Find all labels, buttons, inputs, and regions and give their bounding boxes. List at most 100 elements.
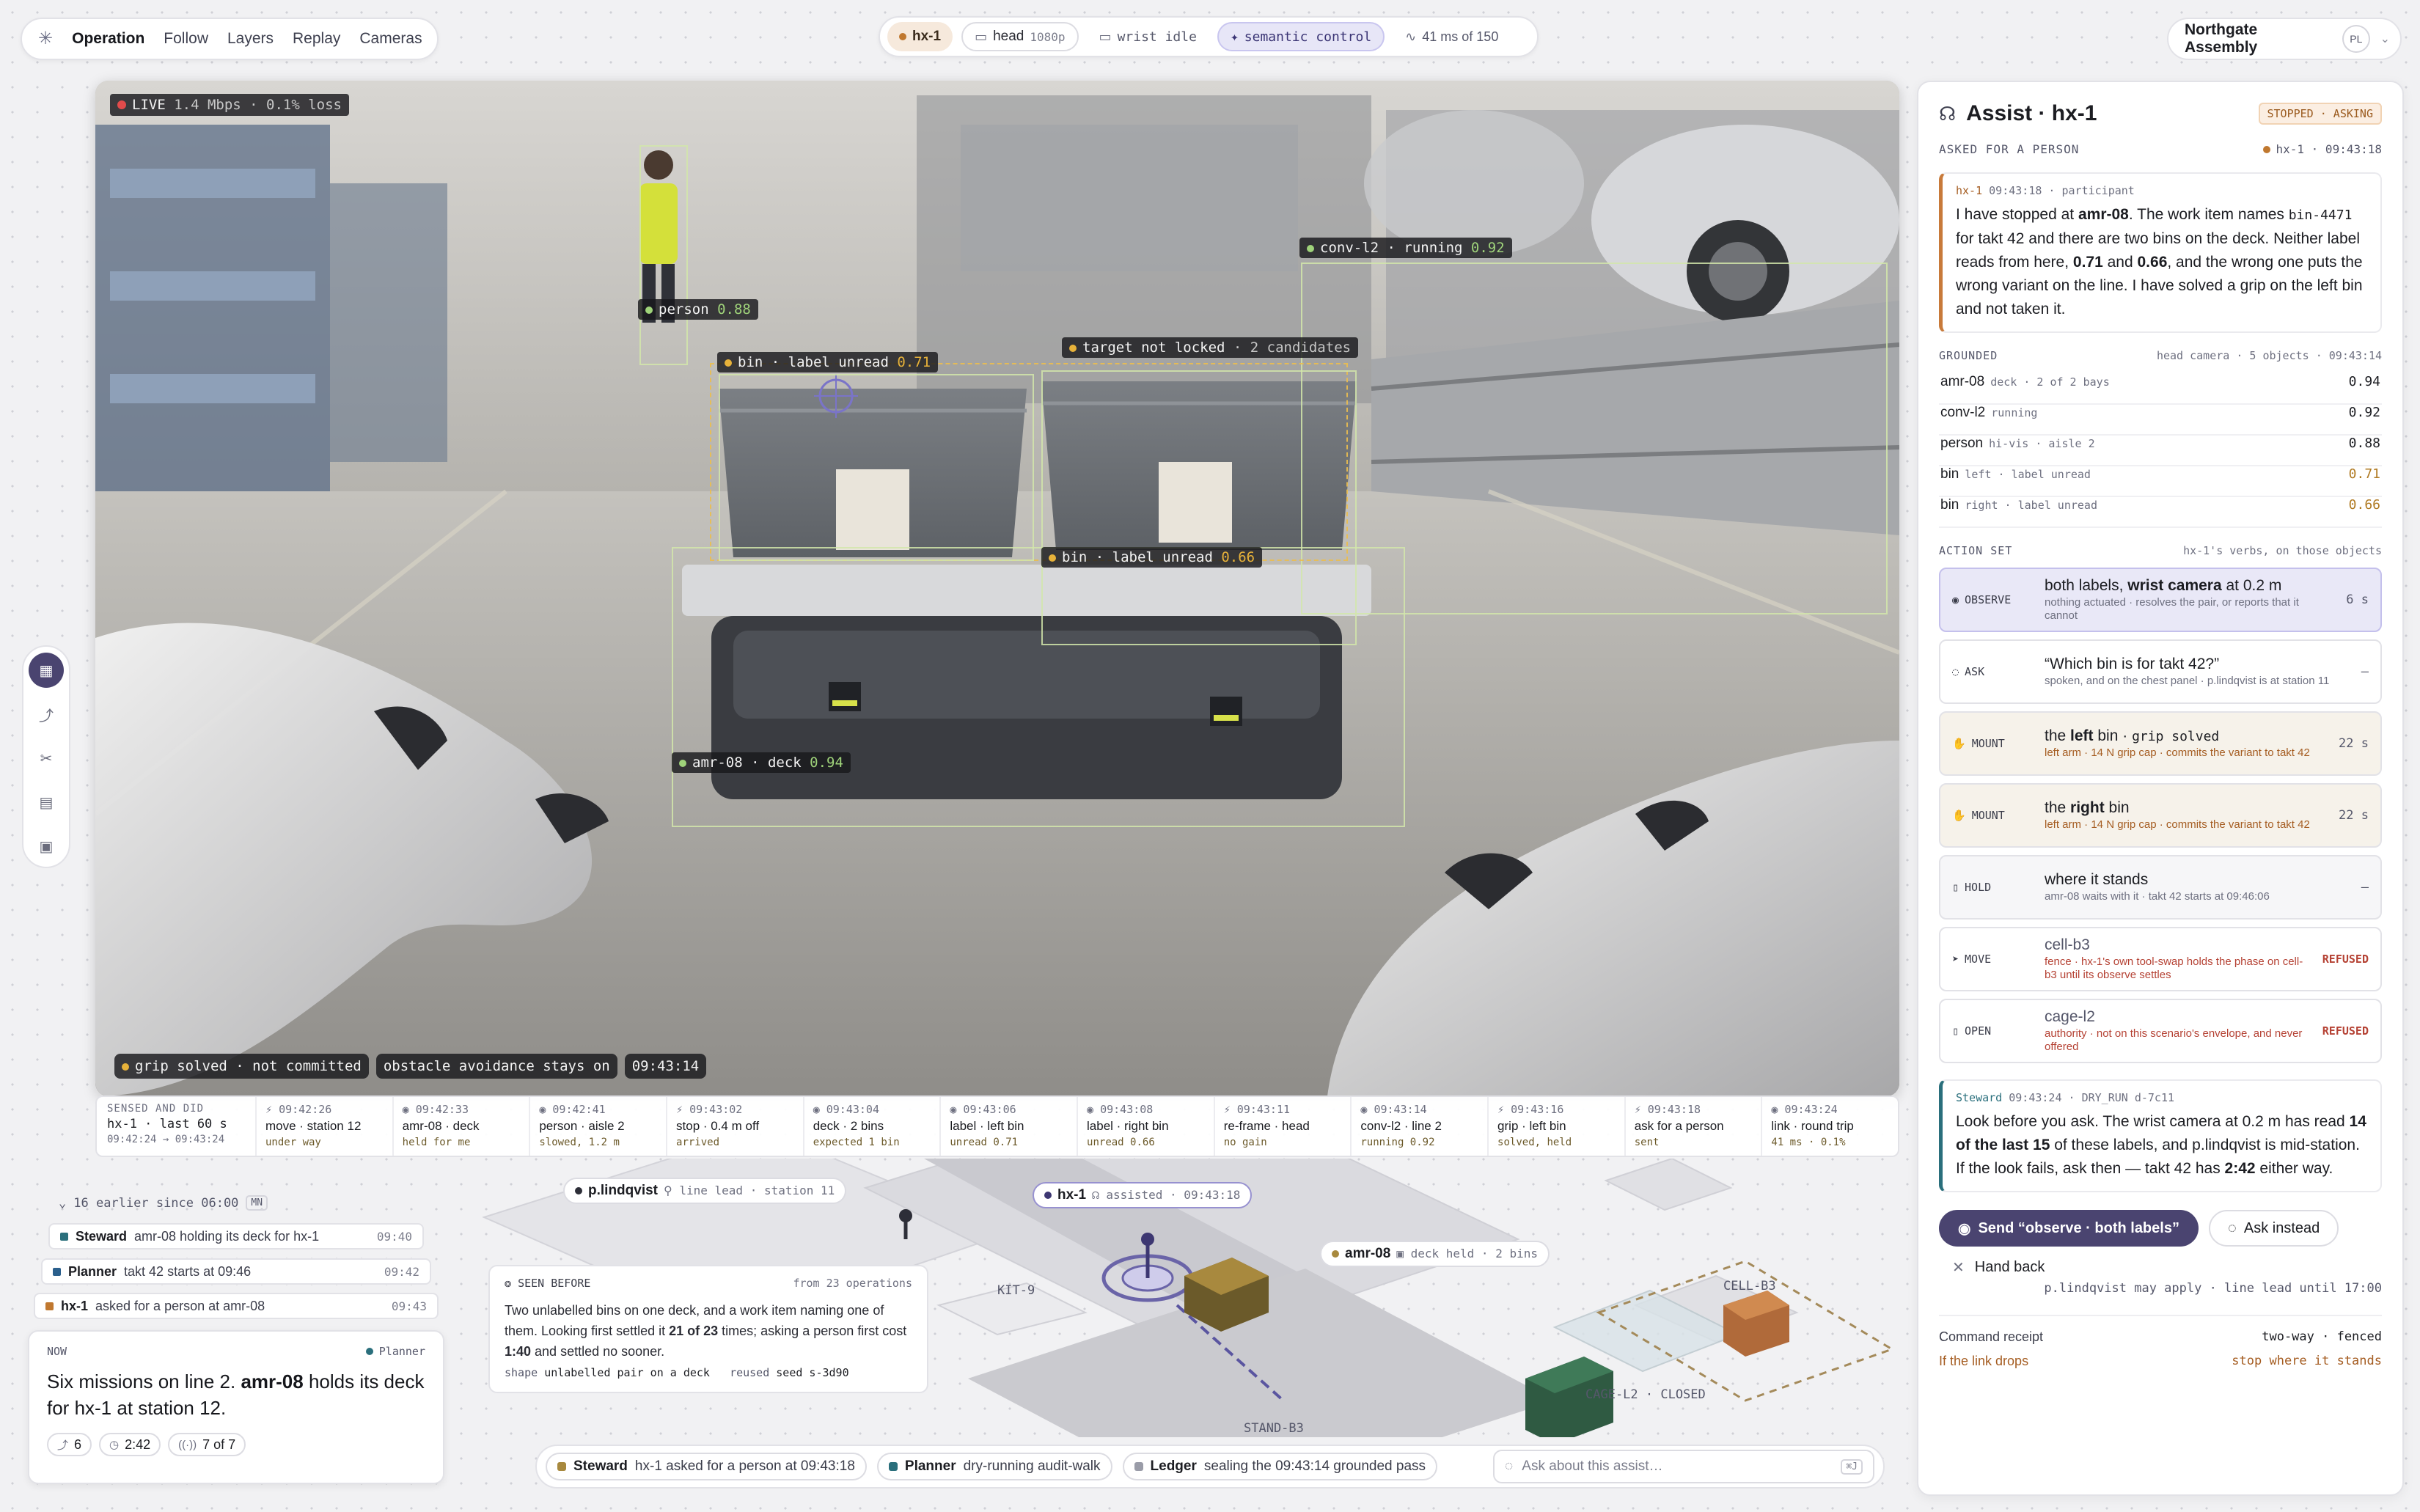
timeline-event[interactable]: ◉ 09:43:08 label · right bin unread 0.66 <box>1078 1097 1215 1156</box>
grounded-row[interactable]: conv-l2 running 0.92 <box>1939 405 2382 436</box>
action-kind: ◉ OBSERVE <box>1952 593 2033 606</box>
feed-item[interactable]: Planner takt 42 starts at 09:46 09:42 <box>41 1258 431 1285</box>
site-selector[interactable]: Northgate Assembly PL ⌄ <box>2167 18 2402 60</box>
now-summary: Six missions on line 2. amr-08 holds its… <box>47 1368 425 1421</box>
amr-label[interactable]: amr-08 · deck 0.94 <box>672 752 851 773</box>
avatar[interactable]: PL <box>2342 25 2370 53</box>
bin-right-label[interactable]: bin · label unread 0.66 <box>1041 547 1263 568</box>
timeline-event[interactable]: ⚡ 09:43:16 grip · left bin solved, held <box>1489 1097 1626 1156</box>
wrist-camera-chip[interactable]: ▭ wrist idle <box>1088 22 1209 51</box>
nav-follow[interactable]: Follow <box>164 30 208 48</box>
ledger-status-chip[interactable]: Ledger sealing the 09:43:14 grounded pas… <box>1122 1453 1438 1480</box>
chevron-down-icon: ⌄ <box>59 1195 67 1211</box>
conveyor-confidence: 0.92 <box>1470 240 1505 256</box>
robot-selector[interactable]: hx-1 <box>887 22 953 51</box>
timeline-event[interactable]: ◉ 09:43:04 deck · 2 bins expected 1 bin <box>804 1097 942 1156</box>
hand-back-button[interactable]: ✕ Hand back <box>1939 1258 2382 1277</box>
context-bar: hx-1 ▭ head 1080p ▭ wrist idle ✦ semanti… <box>879 16 1539 57</box>
scissors-icon[interactable]: ✂ <box>29 741 64 776</box>
grounded-header: GROUNDED head camera · 5 objects · 09:43… <box>1939 349 2382 362</box>
missions-pill[interactable]: ⤴ 6 <box>47 1433 92 1456</box>
action-hold[interactable]: ▯ HOLD where it stands amr-08 waits with i… <box>1939 855 2382 920</box>
grounded-name: person <box>1940 436 1984 451</box>
planner-status-chip[interactable]: Planner dry-running audit-walk <box>876 1453 1112 1480</box>
steward-message: hx-1 asked for a person at 09:43:18 <box>634 1458 855 1474</box>
amr-bbox[interactable] <box>672 547 1405 827</box>
action-refused-badge: REFUSED <box>2322 953 2369 966</box>
timeline-event[interactable]: ⚡ 09:43:11 re-frame · head no gain <box>1215 1097 1352 1156</box>
timeline-event[interactable]: ⚡ 09:43:02 stop · 0.4 m off arrived <box>667 1097 804 1156</box>
ask-input[interactable]: ◌ Ask about this assist… ⌘J <box>1493 1450 1874 1483</box>
earlier-shortcut: MN <box>246 1195 268 1211</box>
head-camera-feed[interactable]: LIVE 1.4 Mbps · 0.1% loss person 0.88 co… <box>95 81 1899 1096</box>
zone-stand-b3[interactable]: STAND-B3 <box>1244 1421 1304 1436</box>
grounded-row[interactable]: bin right · label unread 0.66 <box>1939 497 2382 528</box>
send-observe-button[interactable]: ◉ Send “observe · both labels” <box>1939 1210 2199 1247</box>
action-detail: authority · not on this scenario's envel… <box>2045 1027 2303 1053</box>
timeline-event[interactable]: ⚡ 09:42:26 move · station 12 under way <box>257 1097 394 1156</box>
nav-replay[interactable]: Replay <box>293 30 340 48</box>
timeline-event[interactable]: ◉ 09:43:06 label · left bin unread 0.71 <box>941 1097 1079 1156</box>
map-label-lindqvist[interactable]: p.lindqvist ⚲ line lead · station 11 <box>563 1178 847 1204</box>
nav-cameras[interactable]: Cameras <box>359 30 422 48</box>
chevron-down-icon[interactable]: ⌄ <box>2380 32 2390 46</box>
panel-title: Assist · hx-1 <box>1966 101 2097 125</box>
clipboard-icon[interactable]: ▤ <box>29 785 64 820</box>
conveyor-label[interactable]: conv-l2 · running 0.92 <box>1299 238 1512 258</box>
bin-left-bbox[interactable] <box>719 374 1034 561</box>
control-mode-chip[interactable]: ✦ semantic control <box>1217 22 1385 51</box>
feed-item-message: asked for a person at amr-08 <box>95 1298 265 1313</box>
grounded-detail: left · label unread <box>1965 468 2091 481</box>
timeline-event-time: ◉ 09:43:14 <box>1360 1103 1427 1116</box>
document-icon[interactable]: ▣ <box>29 829 64 864</box>
zone-cage-l2[interactable]: CAGE-L2 · CLOSED <box>1585 1387 1706 1402</box>
seen-before-card[interactable]: ❂ SEEN BEFORE from 23 operations Two unl… <box>488 1265 928 1393</box>
send-observe-label: Send “observe · both labels” <box>1978 1219 2179 1236</box>
agents-pill[interactable]: ((·)) 7 of 7 <box>168 1433 246 1456</box>
person-dot-icon <box>575 1187 582 1194</box>
grounded-row[interactable]: bin left · label unread 0.71 <box>1939 466 2382 497</box>
action-title-d: grip solved <box>2132 729 2220 744</box>
timeline-event[interactable]: ◉ 09:42:41 person · aisle 2 slowed, 1.2 m <box>530 1097 668 1156</box>
action-ask[interactable]: ◌ ASK “Which bin is for takt 42?” spoken, … <box>1939 639 2382 704</box>
zone-cell-b3[interactable]: CELL-B3 <box>1723 1279 1776 1293</box>
head-camera-chip[interactable]: ▭ head 1080p <box>961 22 1079 51</box>
timeline-event[interactable]: ◉ 09:42:33 amr-08 · deck held for me <box>394 1097 531 1156</box>
feed-item[interactable]: Steward amr-08 holding its deck for hx-1… <box>48 1223 424 1249</box>
amr08-state: ▣ deck held · 2 bins <box>1396 1247 1538 1260</box>
map-label-amr08[interactable]: amr-08 ▣ deck held · 2 bins <box>1320 1241 1550 1267</box>
person-bbox[interactable] <box>639 145 688 365</box>
robot-status-dot-icon <box>899 33 906 40</box>
sensed-and-did-timeline[interactable]: SENSED AND DID hx-1 · last 60 s 09:42:24… <box>95 1096 1899 1157</box>
ask-instead-button[interactable]: ◌ Ask instead <box>2208 1210 2339 1247</box>
seen-shape-value: unlabelled pair on a deck <box>544 1366 710 1379</box>
timeline-event[interactable]: ◉ 09:43:24 link · round trip 41 ms · 0.1% <box>1762 1097 1898 1156</box>
bin-left-label[interactable]: bin · label unread 0.71 <box>717 352 939 373</box>
person-label[interactable]: person 0.88 <box>638 299 758 320</box>
timeline-event-result: arrived <box>676 1137 720 1148</box>
robot-message-meta: hx-1 09:43:18 · participant <box>1956 184 2367 197</box>
timeline-event[interactable]: ◉ 09:43:14 conv-l2 · line 2 running 0.92 <box>1352 1097 1489 1156</box>
grounded-row[interactable]: person hi-vis · aisle 2 0.88 <box>1939 436 2382 466</box>
map-label-hx1[interactable]: hx-1 ☊ assisted · 09:43:18 <box>1033 1182 1253 1208</box>
zone-kit9[interactable]: KIT-9 <box>997 1283 1035 1298</box>
timeline-event[interactable]: ⚡ 09:43:18 ask for a person sent <box>1626 1097 1763 1156</box>
feed-item[interactable]: hx-1 asked for a person at amr-08 09:43 <box>34 1293 439 1319</box>
route-icon[interactable]: ⤴ <box>29 697 64 732</box>
robot-marker-icon <box>45 1302 54 1310</box>
action-mount-right[interactable]: ✋ MOUNT the right bin left arm · 14 N grip… <box>1939 783 2382 848</box>
nav-layers[interactable]: Layers <box>227 30 274 48</box>
earlier-toggle[interactable]: ⌄ 16 earlier since 06:00 MN <box>59 1195 268 1211</box>
action-mount-left[interactable]: ✋ MOUNT the left bin · grip solved left ar… <box>1939 711 2382 776</box>
timeline-event-time-text: 09:43:04 <box>826 1103 879 1116</box>
action-observe[interactable]: ◉ OBSERVE both labels, wrist camera at 0.… <box>1939 568 2382 632</box>
map-icon[interactable]: ▦ <box>29 653 64 688</box>
steward-status-chip[interactable]: Steward hx-1 asked for a person at 09:43… <box>546 1453 867 1480</box>
grounded-row[interactable]: amr-08 deck · 2 of 2 bays 0.94 <box>1939 374 2382 405</box>
target-lock-label[interactable]: target not locked · 2 candidates <box>1062 337 1359 358</box>
takt-timer-pill[interactable]: ◷ 2:42 <box>99 1433 161 1456</box>
now-card-header: NOW Planner <box>47 1345 425 1358</box>
nav-operation[interactable]: Operation <box>72 30 144 48</box>
app-logo-icon[interactable]: ✳ <box>38 29 53 49</box>
now-card[interactable]: NOW Planner Six missions on line 2. amr-… <box>28 1330 444 1484</box>
